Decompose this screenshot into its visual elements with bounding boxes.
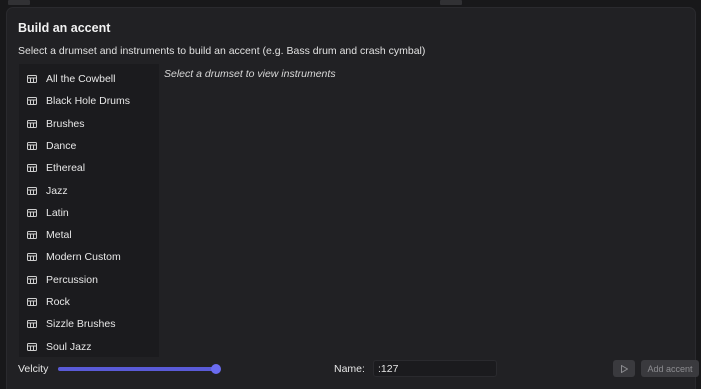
drumset-item-label: Rock	[46, 296, 70, 308]
play-button[interactable]	[613, 360, 635, 377]
build-accent-dialog: Build an accent Select a drumset and ins…	[7, 8, 699, 389]
drum-kit-icon	[27, 119, 37, 128]
drumset-item[interactable]: Black Hole Drums	[19, 90, 159, 112]
drumset-item-label: Black Hole Drums	[46, 95, 131, 108]
play-icon	[620, 364, 628, 373]
drumset-item-label: Modern Custom	[46, 251, 121, 264]
drumset-item-label: Percussion	[46, 273, 98, 286]
drum-kit-icon	[27, 298, 37, 306]
drumset-item[interactable]: Brushes	[19, 113, 159, 135]
drumset-item-label: Brushes	[46, 117, 85, 130]
velocity-slider-fill	[58, 367, 216, 371]
drumset-item-label: Soul Jazz	[46, 340, 92, 353]
drumset-item[interactable]: Soul Jazz	[19, 336, 159, 357]
drum-kit-icon	[27, 186, 37, 195]
velocity-slider-thumb[interactable]	[211, 364, 221, 374]
accent-name-input[interactable]	[373, 360, 497, 377]
drumset-item[interactable]: All the Cowbell	[19, 68, 159, 90]
drumset-item[interactable]: Sizzle Brushes	[19, 313, 159, 335]
drumset-item[interactable]: Modern Custom	[19, 246, 159, 268]
instruments-placeholder: Select a drumset to view instruments	[164, 68, 336, 80]
drumset-item-label: All the Cowbell	[46, 73, 116, 85]
background-text-fragment	[440, 0, 462, 5]
velocity-label: Velcity	[18, 363, 49, 375]
drum-kit-icon	[27, 97, 37, 106]
dialog-subtitle: Select a drumset and instruments to buil…	[18, 45, 426, 57]
drum-kit-icon	[27, 320, 37, 329]
drumset-item-label: Latin	[46, 206, 69, 219]
drumset-item[interactable]: Percussion	[19, 269, 159, 291]
drum-kit-icon	[27, 141, 37, 150]
dialog-title: Build an accent	[18, 21, 111, 35]
add-accent-button[interactable]: Add accent	[641, 360, 699, 377]
drumset-item-label: Sizzle Brushes	[46, 318, 116, 331]
drumset-list[interactable]: All the Cowbell Black Hole Drums Brushes Da…	[19, 64, 159, 357]
velocity-slider[interactable]	[58, 364, 221, 374]
drumset-item-label: Metal	[46, 229, 72, 242]
drumset-item[interactable]: Jazz	[19, 180, 159, 202]
background-text-fragment	[8, 0, 30, 5]
drumset-item[interactable]: Ethereal	[19, 157, 159, 179]
drum-kit-icon	[27, 231, 37, 240]
drum-kit-icon	[27, 208, 37, 217]
name-label: Name:	[334, 363, 365, 375]
drumset-item[interactable]: Latin	[19, 202, 159, 224]
drumset-item-label: Jazz	[46, 184, 68, 197]
drum-kit-icon	[27, 342, 37, 351]
drum-kit-icon	[27, 275, 37, 284]
drum-kit-icon	[27, 164, 37, 173]
drumset-item-label: Dance	[46, 139, 77, 152]
drum-kit-icon	[27, 75, 37, 83]
drumset-item[interactable]: Dance	[19, 135, 159, 157]
drumset-item[interactable]: Metal	[19, 224, 159, 246]
drumset-item-label: Ethereal	[46, 162, 86, 175]
drumset-item[interactable]: Rock	[19, 291, 159, 313]
drum-kit-icon	[27, 253, 37, 262]
